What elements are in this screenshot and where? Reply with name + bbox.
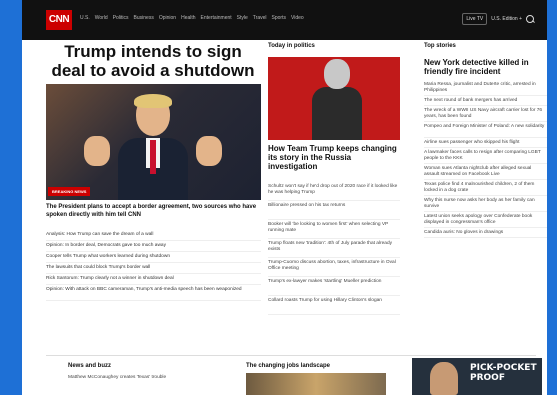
top-stories-title[interactable]: Top stories [424,43,456,49]
section-divider [46,355,536,356]
lead-story-list: Analysis: How Trump can save the dream o… [46,230,261,301]
list-item[interactable]: Cooper tells Trump what workers learned … [46,252,261,263]
breaking-news-badge: BREAKING NEWS [48,187,91,196]
cnn-logo[interactable]: CNN [46,10,72,30]
top-stories-list: Maria Ressa, journalist and Duterte crit… [424,80,547,238]
ad-banner[interactable]: PICK-POCKET PROOF [412,358,542,395]
list-item[interactable]: Analysis: How Trump can save the dream o… [46,230,261,241]
list-item[interactable]: Woman sues Atlanta nightclub after alleg… [424,164,547,180]
list-item[interactable]: Rick Santorum: Trump clearly not a winne… [46,274,261,285]
lead-caption[interactable]: The President plans to accept a border a… [46,204,261,219]
politics-story-list: Schultz won't say if he'd drop out of 20… [268,182,400,315]
jobs-section-title[interactable]: The changing jobs landscape [246,363,330,369]
page: CNN U.S. World Politics Business Opinion… [22,0,547,395]
politics-section-title[interactable]: Today in politics [268,43,315,49]
nav-link[interactable]: Style [237,15,248,21]
list-item[interactable]: Booker will 'be looking to women first' … [268,220,400,239]
list-item[interactable]: Latest union seeks apology over Confeder… [424,212,547,228]
list-item[interactable]: Texas police find 4 malnourished childre… [424,180,547,196]
right-frame [547,0,557,395]
nav-link[interactable]: Opinion [159,15,176,21]
nav-link[interactable]: Travel [253,15,267,21]
nav-link[interactable]: U.S. [80,15,90,21]
list-item[interactable]: Trump-Cuomo discuss abortion, taxes, inf… [268,258,400,277]
list-item[interactable]: The lawsuits that could block Trump's bo… [46,263,261,274]
nav-link[interactable]: Health [181,15,195,21]
search-icon[interactable] [526,14,535,24]
list-item[interactable]: Schultz won't say if he'd drop out of 20… [268,182,400,201]
list-item[interactable]: Opinion: In border deal, Democrats gave … [46,241,261,252]
nav-link[interactable]: Entertainment [201,15,232,21]
news-buzz-title[interactable]: News and buzz [68,363,111,369]
top-nav: CNN U.S. World Politics Business Opinion… [22,0,547,40]
trump-portrait [312,59,362,140]
ad-line-1: PICK-POCKET [470,363,537,373]
nav-link[interactable]: Business [134,15,154,21]
list-item[interactable]: Trump's ex-lawyer makes 'startling' Muel… [268,277,400,296]
lead-image[interactable]: BREAKING NEWS [46,84,261,200]
nav-links: U.S. World Politics Business Opinion Hea… [80,15,304,21]
nav-link[interactable]: Video [291,15,304,21]
top-stories-headline[interactable]: New York detective killed in friendly fi… [424,58,547,76]
ad-person-image [430,362,458,395]
left-frame [0,0,22,395]
list-item[interactable]: Airline sues passenger who skipped his f… [424,138,547,148]
nav-link[interactable]: Politics [113,15,129,21]
list-item[interactable]: A lawmaker faces calls to resign after c… [424,148,547,164]
list-item[interactable]: Opinion: With attack on BBC cameraman, T… [46,285,261,301]
list-item[interactable]: Collard roasts Trump for using Hillary C… [268,296,400,315]
edition-selector[interactable]: U.S. Edition + [491,16,522,22]
list-item[interactable]: Why this nurse now asks her body as her … [424,196,547,212]
lead-headline[interactable]: Trump intends to sign deal to avoid a sh… [46,42,260,80]
nav-link[interactable]: World [95,15,108,21]
ad-line-2: PROOF [470,373,505,383]
list-item[interactable]: Candida auris: No gloves in drawings [424,228,547,238]
politics-image[interactable] [268,57,400,140]
list-item[interactable]: Maria Ressa, journalist and Duterte crit… [424,80,547,96]
list-item[interactable]: The wreck of a WWII US Navy aircraft car… [424,106,547,122]
nav-right: Live TV U.S. Edition + [462,13,535,25]
list-item[interactable]: Trump floats new 'tradition': 4th of Jul… [268,239,400,258]
nav-link[interactable]: Sports [272,15,286,21]
ad-text: PICK-POCKET PROOF [470,363,537,383]
politics-headline[interactable]: How Team Trump keeps changing its story … [268,144,400,171]
list-item[interactable]: Billionaire pressed on his tax returns [268,201,400,220]
list-item[interactable]: The next round of bank mergers has arriv… [424,96,547,106]
live-tv-button[interactable]: Live TV [462,13,488,25]
jobs-image[interactable] [246,373,386,395]
trump-photo [84,94,222,200]
list-item[interactable]: Pompeo and Foreign Minister of Poland: A… [424,122,547,138]
news-buzz-item[interactable]: Matthew McConaughey creates Texas' troub… [68,375,228,380]
